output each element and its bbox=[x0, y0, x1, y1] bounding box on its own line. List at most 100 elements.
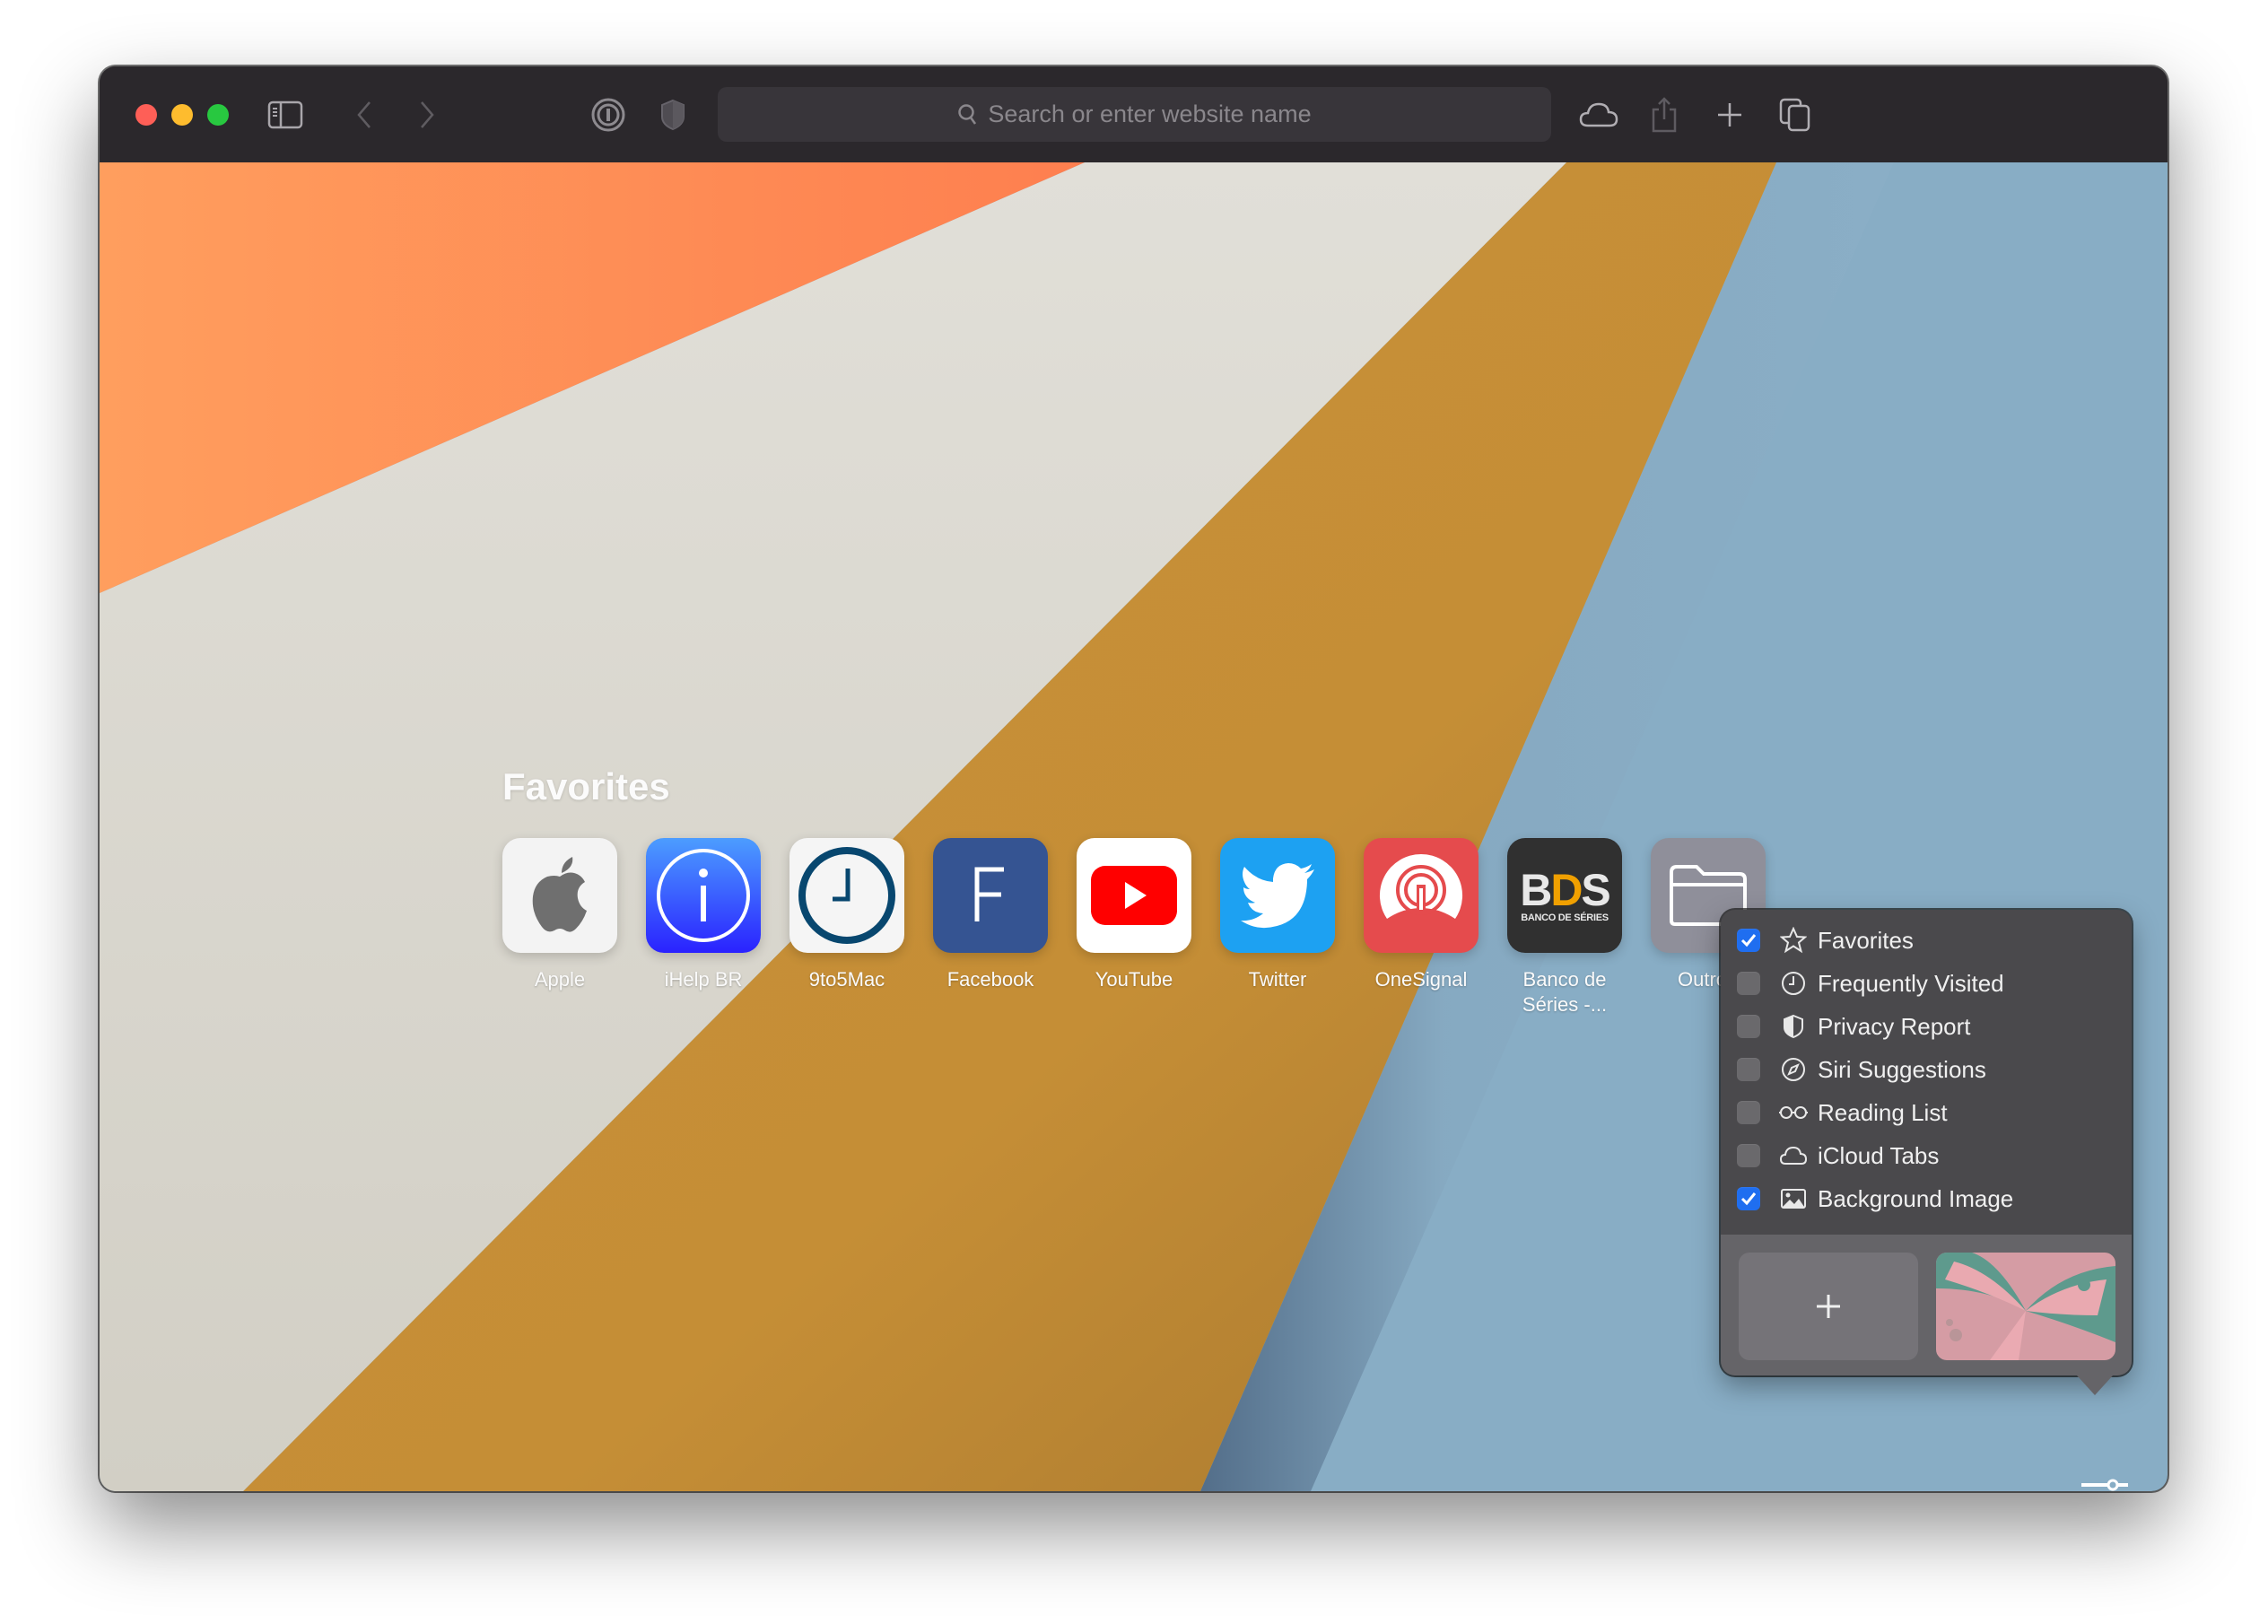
toggle-label: iCloud Tabs bbox=[1818, 1141, 1940, 1169]
favorite-facebook[interactable]: Facebook bbox=[933, 838, 1077, 1017]
favorite-youtube[interactable]: YouTube bbox=[1077, 838, 1220, 1017]
favorite-ihelp-br[interactable]: iHelp BR bbox=[646, 838, 789, 1017]
back-button[interactable] bbox=[351, 93, 378, 136]
youtube-play-icon bbox=[1091, 866, 1177, 925]
twitter-bird-icon bbox=[1241, 863, 1314, 929]
favorite-9to5mac[interactable]: 9to5Mac bbox=[789, 838, 933, 1017]
close-button[interactable] bbox=[135, 104, 157, 126]
share-button[interactable] bbox=[1649, 93, 1679, 136]
toggle-privacy-report[interactable]: Privacy Report bbox=[1721, 1005, 2132, 1048]
plus-icon bbox=[1718, 103, 1741, 127]
toggle-label: Reading List bbox=[1818, 1098, 1948, 1126]
checkbox-checked[interactable] bbox=[1737, 929, 1760, 952]
favorites-heading: Favorites bbox=[502, 765, 670, 808]
toggle-reading-list[interactable]: Reading List bbox=[1721, 1091, 2132, 1134]
shield-icon bbox=[661, 99, 685, 131]
favorite-tile[interactable] bbox=[789, 838, 904, 953]
clock-icon bbox=[798, 847, 895, 944]
background-thumbnail-butterfly[interactable] bbox=[1936, 1253, 2115, 1360]
chevron-right-icon bbox=[421, 101, 434, 128]
checkbox-unchecked[interactable] bbox=[1737, 1058, 1760, 1081]
compass-icon bbox=[1782, 1058, 1805, 1081]
favorite-tile[interactable] bbox=[502, 838, 617, 953]
letter-f-icon bbox=[974, 867, 1004, 921]
1password-icon bbox=[591, 98, 625, 132]
favorite-label-line1: Banco de bbox=[1522, 968, 1607, 991]
checkbox-unchecked[interactable] bbox=[1737, 1101, 1760, 1124]
favorite-tile[interactable] bbox=[1077, 838, 1191, 953]
shield-icon bbox=[1784, 1014, 1803, 1039]
favorite-banco-de-series[interactable]: BDS BANCO DE SÉRIES Banco de Séries -... bbox=[1507, 838, 1651, 1017]
address-placeholder: Search or enter website name bbox=[988, 100, 1312, 127]
favorite-onesignal[interactable]: OneSignal bbox=[1364, 838, 1507, 1017]
checkmark-icon bbox=[1740, 1192, 1757, 1206]
minimize-button[interactable] bbox=[171, 104, 193, 126]
cloud-icon bbox=[1579, 102, 1618, 127]
sidebar-toggle-button[interactable] bbox=[266, 93, 305, 136]
privacy-report-button[interactable] bbox=[658, 93, 688, 136]
toggle-favorites[interactable]: Favorites bbox=[1721, 919, 2132, 962]
favorite-tile[interactable]: BDS BANCO DE SÉRIES bbox=[1507, 838, 1622, 953]
favorite-label: Banco de Séries -... bbox=[1507, 967, 1622, 1017]
favorite-label: Facebook bbox=[946, 968, 1034, 991]
favorite-label-line2: Séries -... bbox=[1522, 993, 1608, 1016]
checkbox-checked[interactable] bbox=[1737, 1187, 1760, 1210]
chevron-left-icon bbox=[357, 101, 371, 128]
address-bar[interactable]: Search or enter website name bbox=[718, 87, 1551, 142]
favorites-grid: Apple iHelp BR 9to5Mac Facebook YouTube … bbox=[502, 838, 1794, 1017]
bds-logo-subtitle: BANCO DE SÉRIES bbox=[1521, 912, 1609, 923]
info-icon bbox=[657, 849, 750, 942]
glasses-icon bbox=[1779, 1106, 1808, 1119]
checkbox-unchecked[interactable] bbox=[1737, 1015, 1760, 1038]
zoom-button[interactable] bbox=[207, 104, 229, 126]
toggle-siri-suggestions[interactable]: Siri Suggestions bbox=[1721, 1048, 2132, 1091]
favorite-tile[interactable] bbox=[1364, 838, 1479, 953]
checkbox-unchecked[interactable] bbox=[1737, 1144, 1760, 1167]
toggle-label: Background Image bbox=[1818, 1184, 2014, 1212]
toggle-label: Frequently Visited bbox=[1818, 969, 2004, 997]
sliders-icon bbox=[2081, 1479, 2128, 1491]
popover-arrow bbox=[2077, 1375, 2113, 1395]
search-icon bbox=[958, 103, 977, 125]
password-manager-button[interactable] bbox=[589, 93, 628, 136]
favorite-label: iHelp BR bbox=[664, 968, 743, 991]
safari-window: Search or enter website name Favorites A… bbox=[100, 66, 2168, 1491]
icloud-tabs-button[interactable] bbox=[1578, 93, 1619, 136]
toggle-icloud-tabs[interactable]: iCloud Tabs bbox=[1721, 1134, 2132, 1177]
favorite-label: OneSignal bbox=[1374, 968, 1468, 991]
customize-start-page-button[interactable] bbox=[2080, 1479, 2130, 1491]
tabs-overview-icon bbox=[1779, 98, 1810, 132]
favorite-tile[interactable] bbox=[1220, 838, 1335, 953]
toggle-label: Siri Suggestions bbox=[1818, 1055, 1986, 1083]
favorite-label: 9to5Mac bbox=[808, 968, 885, 991]
share-icon bbox=[1652, 97, 1677, 133]
butterfly-wallpaper-thumbnail bbox=[1936, 1253, 2115, 1360]
checkmark-icon bbox=[1740, 934, 1757, 947]
clock-icon bbox=[1782, 972, 1805, 995]
cloud-icon bbox=[1779, 1146, 1808, 1165]
toggle-background-image[interactable]: Background Image bbox=[1721, 1177, 2132, 1220]
favorite-apple[interactable]: Apple bbox=[502, 838, 646, 1017]
toggle-label: Privacy Report bbox=[1818, 1012, 1971, 1040]
add-background-button[interactable] bbox=[1739, 1253, 1918, 1360]
bds-logo-icon: BDS BANCO DE SÉRIES bbox=[1520, 865, 1611, 923]
tab-overview-button[interactable] bbox=[1777, 93, 1813, 136]
background-image-picker bbox=[1721, 1235, 2132, 1375]
customize-start-page-popover: Favorites Frequently Visited Privacy Rep… bbox=[1721, 910, 2132, 1395]
favorite-tile[interactable] bbox=[646, 838, 761, 953]
new-tab-button[interactable] bbox=[1714, 93, 1745, 136]
start-page: Favorites Apple iHelp BR 9to5Mac Faceboo… bbox=[100, 162, 2168, 1491]
photo-icon bbox=[1781, 1189, 1806, 1209]
toggle-frequently-visited[interactable]: Frequently Visited bbox=[1721, 962, 2132, 1005]
onesignal-icon bbox=[1379, 853, 1463, 919]
plus-icon bbox=[1817, 1295, 1840, 1318]
favorite-tile[interactable] bbox=[933, 838, 1048, 953]
forward-button[interactable] bbox=[414, 93, 441, 136]
sidebar-icon bbox=[267, 100, 303, 129]
toolbar: Search or enter website name bbox=[100, 66, 2168, 164]
section-toggle-list: Favorites Frequently Visited Privacy Rep… bbox=[1721, 919, 2132, 1220]
star-icon bbox=[1780, 927, 1807, 954]
favorite-twitter[interactable]: Twitter bbox=[1220, 838, 1364, 1017]
checkbox-unchecked[interactable] bbox=[1737, 972, 1760, 995]
apple-logo-icon bbox=[532, 857, 587, 932]
